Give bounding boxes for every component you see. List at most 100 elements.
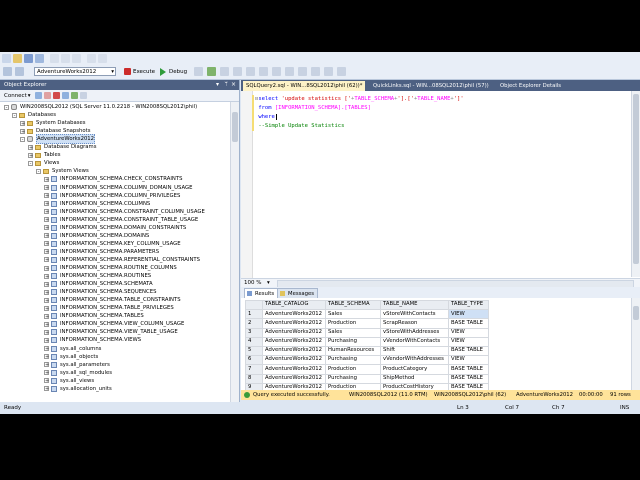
expand-icon[interactable]: + xyxy=(44,201,49,207)
execute-button[interactable]: Execute xyxy=(133,67,155,77)
table-cell[interactable]: Production xyxy=(325,318,381,329)
debug-button[interactable]: Debug xyxy=(169,67,187,77)
undo-icon[interactable] xyxy=(87,54,96,63)
increase-indent-icon[interactable] xyxy=(337,67,346,76)
object-explorer-scrollbar[interactable] xyxy=(230,102,239,402)
table-cell[interactable]: vStoreWithContacts xyxy=(380,309,449,320)
query-options-icon[interactable] xyxy=(246,67,255,76)
table-row[interactable]: 2 AdventureWorks2012 Production ScrapReason… xyxy=(245,318,489,329)
table-row[interactable]: 3 AdventureWorks2012 Sales vStoreWithAddres… xyxy=(245,327,489,338)
table-cell[interactable]: BASE TABLE xyxy=(448,318,489,329)
expand-icon[interactable]: + xyxy=(44,233,49,239)
expand-icon[interactable]: + xyxy=(44,217,49,223)
collapse-icon[interactable]: - xyxy=(12,112,17,118)
tree-node[interactable]: + INFORMATION_SCHEMA.COLUMN_DOMAIN_USAGE xyxy=(44,184,193,192)
table-cell[interactable]: Purchasing xyxy=(325,355,381,366)
table-cell[interactable]: Shift xyxy=(380,345,449,357)
tree-node[interactable]: + INFORMATION_SCHEMA.TABLES xyxy=(44,312,144,320)
expand-icon[interactable]: + xyxy=(28,152,33,158)
tree-node[interactable]: + INFORMATION_SCHEMA.TABLE_CONSTRAINTS xyxy=(44,296,181,304)
column-header[interactable]: TABLE_TYPE xyxy=(448,299,489,311)
row-number[interactable]: 5 xyxy=(245,345,263,357)
editor-vertical-scrollbar[interactable] xyxy=(631,91,640,277)
expand-icon[interactable]: + xyxy=(44,241,49,247)
tree-node[interactable]: + INFORMATION_SCHEMA.ROUTINE_COLUMNS xyxy=(44,264,177,272)
table-cell[interactable]: AdventureWorks2012 xyxy=(262,327,326,338)
uncomment-icon[interactable] xyxy=(311,67,320,76)
tab-sqlquery2[interactable]: SQLQuery2.sql - WIN...8SQL2012\phil (62)… xyxy=(243,81,366,91)
connect-icon[interactable] xyxy=(3,67,12,76)
change-connection-icon[interactable] xyxy=(15,67,24,76)
estimated-plan-icon[interactable] xyxy=(220,67,229,76)
pin-icon[interactable]: ᛘ xyxy=(224,80,228,90)
redo-icon[interactable] xyxy=(98,54,107,63)
tab-messages[interactable]: Messages xyxy=(277,288,318,298)
tree-node[interactable]: + sys.all_objects xyxy=(44,353,98,361)
row-number[interactable]: 2 xyxy=(245,318,263,329)
tree-node[interactable]: + INFORMATION_SCHEMA.VIEW_COLUMN_USAGE xyxy=(44,320,184,328)
table-cell[interactable]: ScrapReason xyxy=(380,318,449,329)
table-row[interactable]: 5 AdventureWorks2012 HumanResources Shift BA… xyxy=(245,345,489,357)
tree-node[interactable]: + INFORMATION_SCHEMA.VIEW_TABLE_USAGE xyxy=(44,328,178,336)
table-cell[interactable]: AdventureWorks2012 xyxy=(262,355,326,366)
table-cell[interactable]: BASE TABLE xyxy=(448,373,489,384)
table-cell[interactable]: VIEW xyxy=(448,355,489,366)
connect-object-explorer-icon[interactable] xyxy=(34,92,42,99)
table-cell[interactable]: BASE TABLE xyxy=(448,345,489,357)
table-row[interactable]: 9 AdventureWorks2012 Production ProductCost… xyxy=(245,382,489,390)
tree-node[interactable]: + sys.allocation_units xyxy=(44,385,112,393)
table-row[interactable]: 1 AdventureWorks2012 Sales vStoreWithContac… xyxy=(245,309,489,320)
query-editor[interactable]: ⊟select 'update statistics ['+TABLE_SCHE… xyxy=(241,91,640,288)
expand-icon[interactable]: + xyxy=(44,176,49,182)
table-row[interactable]: 7 AdventureWorks2012 Production ProductCate… xyxy=(245,364,489,375)
table-cell[interactable]: VIEW xyxy=(448,309,489,320)
table-cell[interactable]: vVendorWithAddresses xyxy=(380,355,449,366)
table-cell[interactable]: VIEW xyxy=(448,327,489,338)
table-cell[interactable]: Purchasing xyxy=(325,373,381,384)
scroll-thumb[interactable] xyxy=(633,94,639,264)
comment-icon[interactable] xyxy=(298,67,307,76)
collapse-icon[interactable]: - xyxy=(4,104,9,110)
expand-icon[interactable]: + xyxy=(44,337,49,343)
table-row[interactable]: 4 AdventureWorks2012 Purchasing vVendorWith… xyxy=(245,336,489,347)
tree-node[interactable]: + sys.all_views xyxy=(44,377,94,385)
tree-node[interactable]: + sys.all_parameters xyxy=(44,361,110,369)
row-number[interactable]: 9 xyxy=(245,382,263,390)
expand-icon[interactable]: + xyxy=(20,128,25,134)
corner-cell[interactable] xyxy=(245,299,263,311)
tree-node[interactable]: - WIN2008SQL2012 (SQL Server 11.0.2218 - … xyxy=(4,103,197,111)
expand-icon[interactable]: + xyxy=(44,297,49,303)
tree-node[interactable]: + INFORMATION_SCHEMA.TABLE_PRIVILEGES xyxy=(44,304,174,312)
table-cell[interactable]: AdventureWorks2012 xyxy=(262,309,326,320)
table-cell[interactable]: Production xyxy=(325,382,381,390)
expand-icon[interactable]: + xyxy=(44,273,49,279)
tree-node[interactable]: + INFORMATION_SCHEMA.ROUTINES xyxy=(44,272,151,280)
row-number[interactable]: 7 xyxy=(245,364,263,375)
results-to-file-icon[interactable] xyxy=(285,67,294,76)
cancel-query-icon[interactable] xyxy=(194,67,203,76)
expand-icon[interactable]: + xyxy=(44,386,49,392)
expand-icon[interactable]: + xyxy=(44,193,49,199)
decrease-indent-icon[interactable] xyxy=(324,67,333,76)
expand-icon[interactable]: + xyxy=(44,354,49,360)
results-vertical-scrollbar[interactable] xyxy=(631,298,640,390)
table-row[interactable]: 8 AdventureWorks2012 Purchasing ShipMethod B… xyxy=(245,373,489,384)
table-cell[interactable]: HumanResources xyxy=(325,345,381,357)
expand-icon[interactable]: + xyxy=(44,209,49,215)
expand-icon[interactable]: + xyxy=(44,305,49,311)
table-cell[interactable]: Sales xyxy=(325,327,381,338)
window-position-icon[interactable]: ▾ xyxy=(216,80,219,90)
results-to-grid-icon[interactable] xyxy=(272,67,281,76)
table-cell[interactable]: Production xyxy=(325,364,381,375)
connect-dropdown[interactable]: Connect xyxy=(4,93,27,99)
expand-icon[interactable]: + xyxy=(44,313,49,319)
new-query-icon[interactable] xyxy=(2,54,11,63)
tree-node[interactable]: + sys.all_columns xyxy=(44,345,101,353)
expand-icon[interactable]: + xyxy=(44,329,49,335)
cut-icon[interactable] xyxy=(50,54,59,63)
row-number[interactable]: 3 xyxy=(245,327,263,338)
tree-node[interactable]: + sys.all_sql_modules xyxy=(44,369,112,377)
tree-node[interactable]: + INFORMATION_SCHEMA.DOMAIN_CONSTRAINTS xyxy=(44,224,186,232)
expand-icon[interactable]: + xyxy=(44,346,49,352)
row-number[interactable]: 4 xyxy=(245,336,263,347)
